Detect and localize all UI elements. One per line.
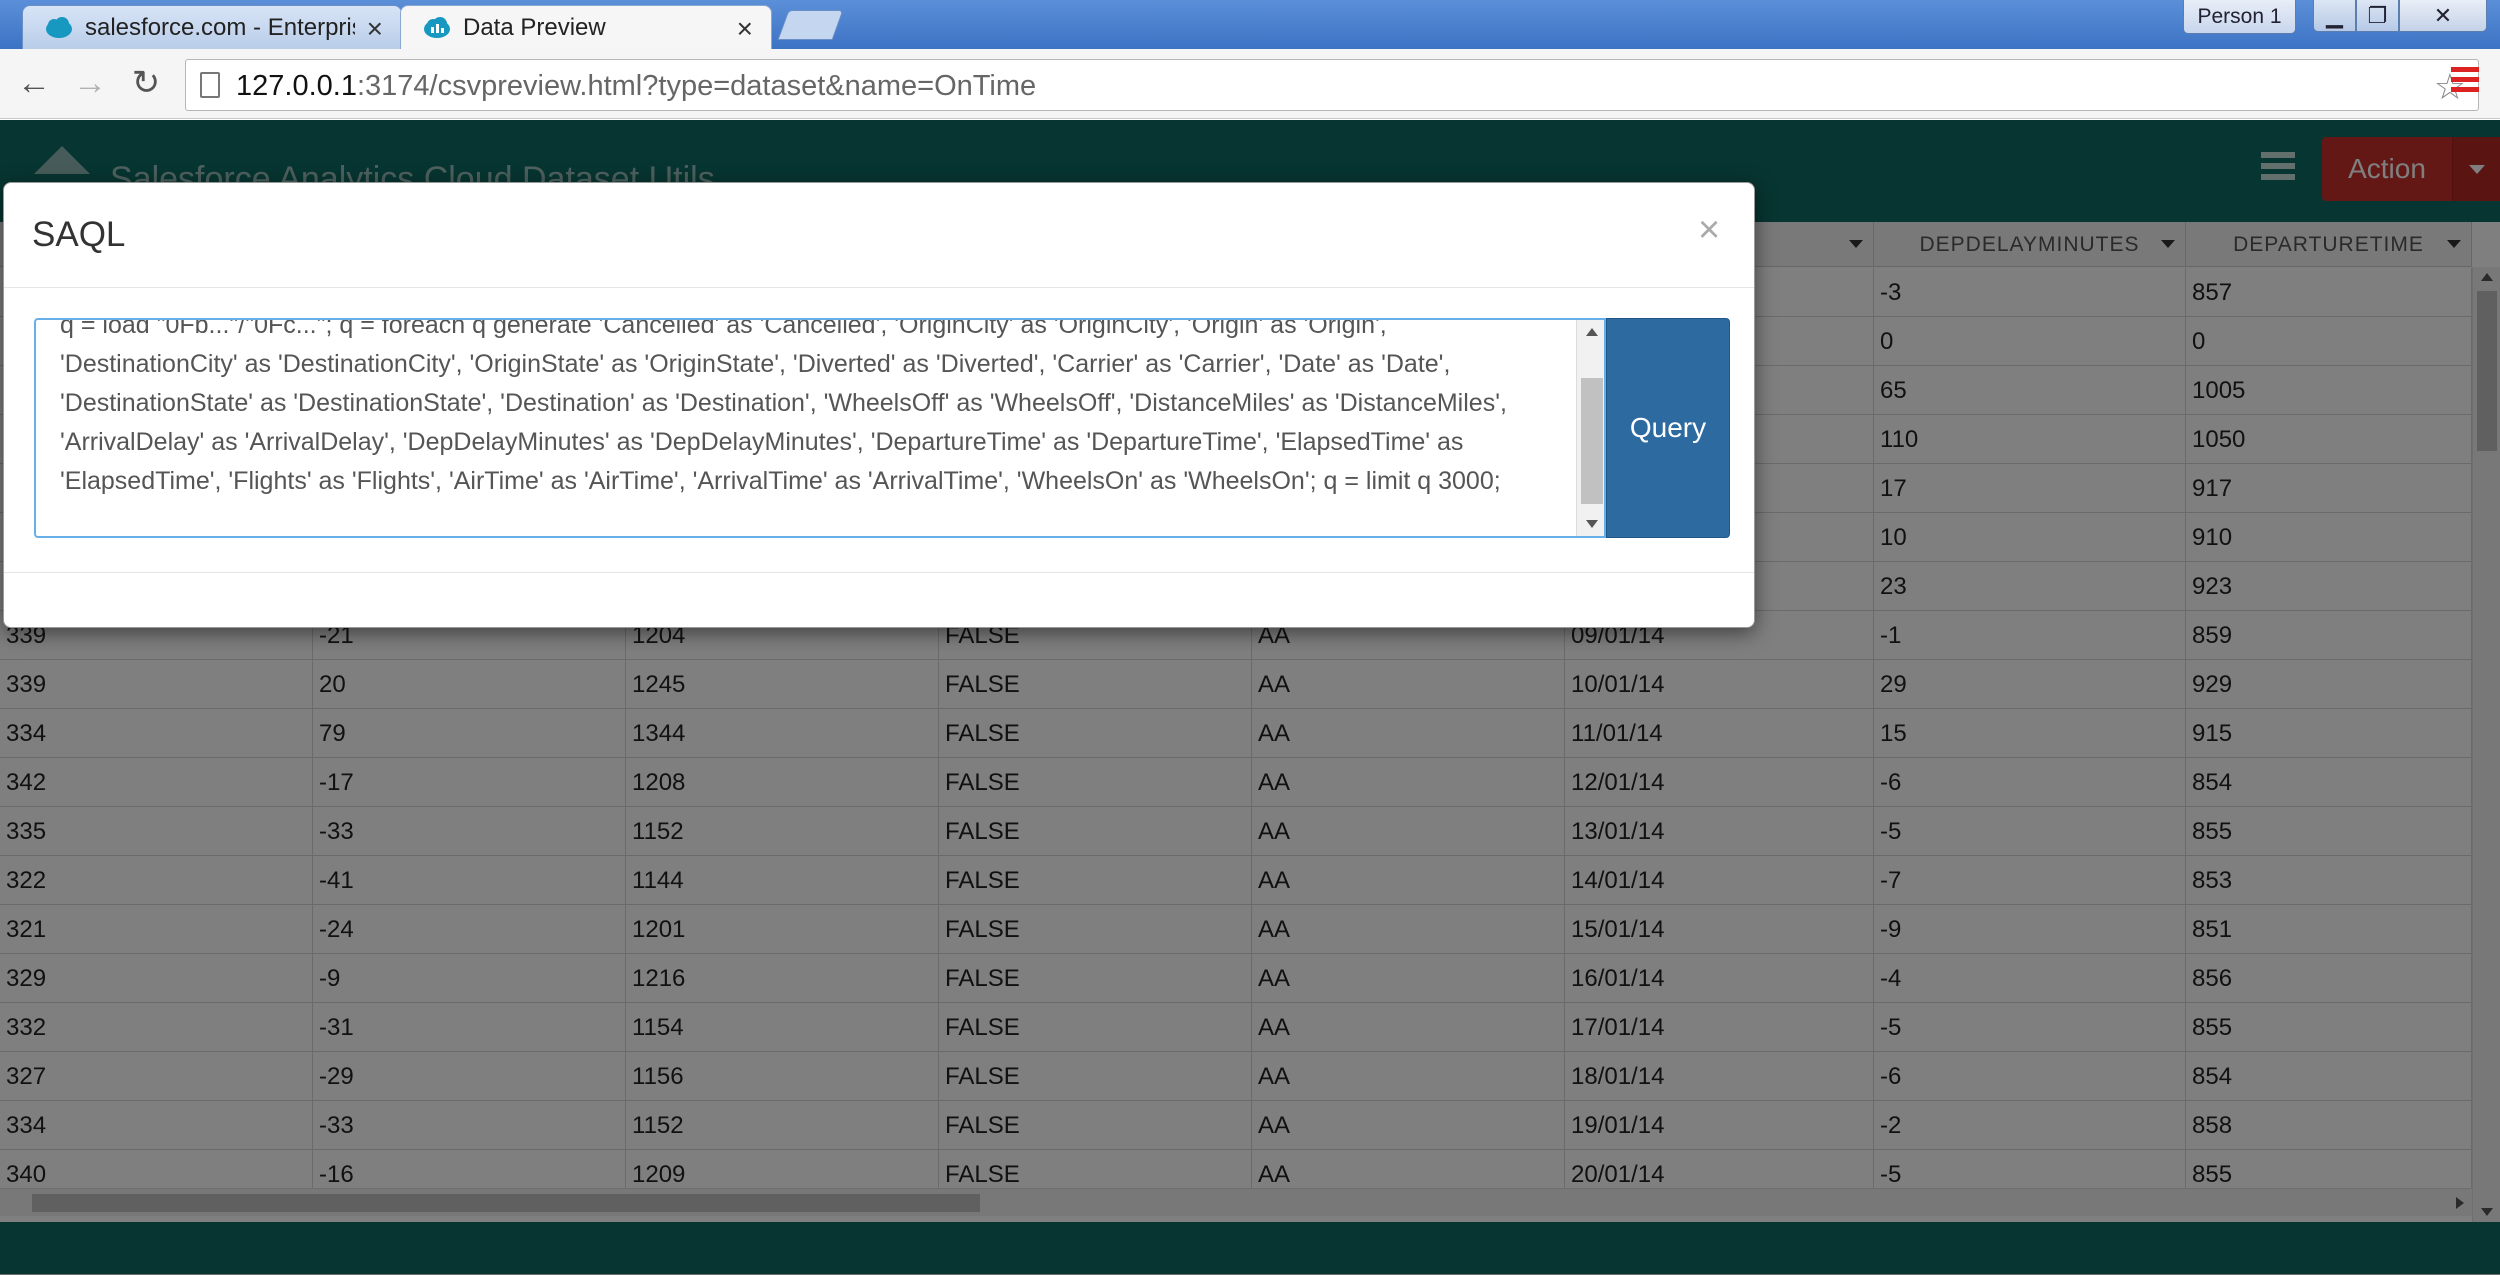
reload-icon[interactable]: ↻ bbox=[124, 61, 168, 105]
browser-titlebar: salesforce.com - Enterprise × Data Previ… bbox=[0, 0, 2500, 49]
tab-close-icon[interactable]: × bbox=[737, 13, 753, 45]
scroll-down-icon[interactable] bbox=[1586, 520, 1598, 528]
forward-arrow-icon[interactable]: → bbox=[68, 61, 112, 105]
profile-button[interactable]: Person 1 bbox=[2183, 0, 2296, 34]
modal-divider bbox=[4, 287, 1754, 288]
modal-title: SAQL bbox=[32, 215, 126, 254]
page: Salesforce Analytics Cloud Dataset Utils… bbox=[0, 120, 2500, 1275]
tab-close-icon[interactable]: × bbox=[367, 13, 383, 45]
tab-label: salesforce.com - Enterprise bbox=[85, 13, 355, 41]
new-tab-button[interactable] bbox=[777, 10, 844, 40]
browser-menu-icon[interactable] bbox=[2451, 67, 2479, 97]
url-text[interactable]: 127.0.0.1:3174/csvpreview.html?type=data… bbox=[236, 70, 1036, 103]
address-bar[interactable]: 127.0.0.1:3174/csvpreview.html?type=data… bbox=[185, 59, 2479, 111]
minimize-icon[interactable]: ▁ bbox=[2313, 0, 2356, 32]
browser-toolbar: ← → ↻ 127.0.0.1:3174/csvpreview.html?typ… bbox=[0, 49, 2500, 119]
tab-label: Data Preview bbox=[463, 13, 606, 41]
tab-salesforce[interactable]: salesforce.com - Enterprise × bbox=[22, 5, 402, 49]
salesforce-cloud-icon bbox=[46, 16, 72, 38]
page-icon bbox=[200, 72, 220, 98]
window-close-icon[interactable]: ✕ bbox=[2399, 0, 2487, 32]
analytics-cloud-icon bbox=[424, 16, 450, 38]
restore-icon[interactable]: ❐ bbox=[2356, 0, 2399, 32]
back-arrow-icon[interactable]: ← bbox=[12, 61, 56, 105]
scroll-thumb[interactable] bbox=[1581, 378, 1603, 504]
scroll-up-icon[interactable] bbox=[1586, 328, 1598, 336]
saql-query-text[interactable]: q = load "0Fb..."/"0Fc..."; q = foreach … bbox=[60, 320, 1560, 501]
modal-close-icon[interactable]: × bbox=[1698, 209, 1720, 252]
tab-data-preview[interactable]: Data Preview × bbox=[400, 5, 772, 49]
url-path: :3174/csvpreview.html?type=dataset&name=… bbox=[356, 70, 1037, 102]
saql-query-textarea[interactable]: q = load "0Fb..."/"0Fc..."; q = foreach … bbox=[34, 318, 1606, 538]
query-button[interactable]: Query bbox=[1606, 318, 1730, 538]
saql-modal: SAQL × q = load "0Fb..."/"0Fc..."; q = f… bbox=[3, 182, 1755, 628]
modal-divider bbox=[4, 572, 1754, 573]
url-host: 127.0.0.1 bbox=[236, 70, 357, 102]
textarea-scrollbar[interactable] bbox=[1576, 320, 1604, 536]
